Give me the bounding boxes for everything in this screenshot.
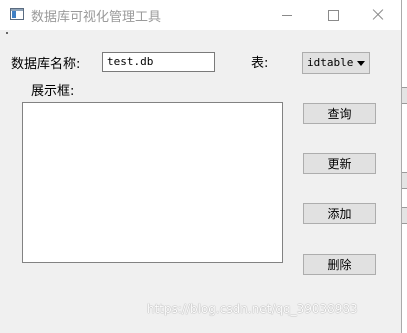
db-name-input[interactable]: test.db xyxy=(102,52,215,72)
background-window-edge xyxy=(402,87,407,104)
menu-strip xyxy=(0,30,401,38)
maximize-icon xyxy=(327,9,339,21)
screen: 数据库可视化管理工具 数据库名称: test.db 表: idtable 展示框… xyxy=(0,0,407,333)
display-area[interactable] xyxy=(22,102,283,263)
maximize-button[interactable] xyxy=(310,0,356,30)
main-window: 数据库可视化管理工具 数据库名称: test.db 表: idtable 展示框… xyxy=(0,0,402,333)
title-bar[interactable]: 数据库可视化管理工具 xyxy=(0,0,401,30)
add-button[interactable]: 添加 xyxy=(303,203,376,224)
minimize-icon xyxy=(282,14,292,16)
background-window-edge xyxy=(402,172,407,189)
menu-dot-icon xyxy=(6,32,8,34)
window-title: 数据库可视化管理工具 xyxy=(31,10,162,25)
close-icon xyxy=(372,9,384,21)
background-window-edge xyxy=(402,207,407,224)
table-label: 表: xyxy=(251,56,269,71)
query-button[interactable]: 查询 xyxy=(303,103,376,124)
close-button[interactable] xyxy=(355,0,401,30)
minimize-button[interactable] xyxy=(264,0,310,30)
watermark: https://blog.csdn.net/qq_39038983 xyxy=(147,302,358,316)
table-select-value: idtable xyxy=(307,56,354,69)
table-select[interactable]: idtable xyxy=(302,52,370,74)
dropdown-arrow-icon xyxy=(357,61,365,66)
display-label: 展示框: xyxy=(31,84,75,99)
db-name-label: 数据库名称: xyxy=(11,57,81,72)
update-button[interactable]: 更新 xyxy=(303,153,376,174)
delete-button[interactable]: 删除 xyxy=(303,254,376,275)
app-window-icon xyxy=(10,8,24,20)
